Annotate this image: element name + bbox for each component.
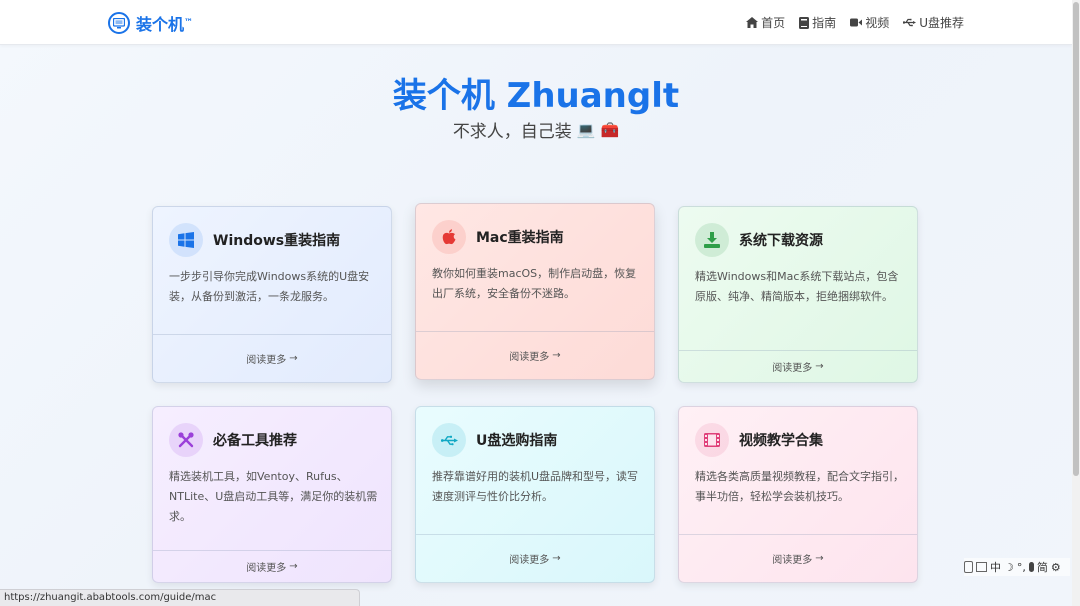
apple-icon: [432, 220, 466, 254]
card-tools-recommend[interactable]: 必备工具推荐 精选装机工具，如Ventoy、Rufus、NTLite、U盘启动工…: [152, 406, 392, 583]
read-more-label: 阅读更多: [246, 355, 287, 366]
card-video-collection[interactable]: 视频教学合集 精选各类高质量视频教程，配合文字指引，事半功倍，轻松学会装机技巧。…: [678, 406, 918, 583]
arrow-right-icon: →: [552, 553, 561, 564]
brand-trademark: ™: [184, 18, 194, 28]
card-description: 精选各类高质量视频教程，配合文字指引，事半功倍，轻松学会装机技巧。: [695, 470, 904, 503]
card-usb-guide[interactable]: U盘选购指南 推荐靠谱好用的装机U盘品牌和型号，读写速度测评与性价比分析。 阅读…: [415, 406, 655, 583]
read-more-link[interactable]: 阅读更多 →: [679, 534, 917, 582]
laptop-emoji-icon: 💻: [576, 120, 596, 139]
ime-keyboard-icon[interactable]: [976, 562, 987, 572]
nav-usb-recommend[interactable]: U盘推荐: [903, 14, 964, 31]
hero-subtitle: 不求人，自己装 💻 🧰: [0, 117, 1072, 143]
ime-mic-icon[interactable]: [1028, 562, 1034, 572]
arrow-right-icon: →: [815, 361, 824, 372]
card-description: 教你如何重装macOS，制作启动盘，恢复出厂系统，安全备份不迷路。: [432, 267, 637, 300]
arrow-right-icon: →: [815, 553, 824, 564]
nav-video[interactable]: 视频: [850, 14, 889, 31]
windows-icon: [169, 223, 203, 257]
read-more-link[interactable]: 阅读更多 →: [679, 350, 917, 382]
card-description: 一步步引导你完成Windows系统的U盘安装，从备份到激活，一条龙服务。: [169, 270, 370, 303]
card-header: Windows重装指南: [169, 223, 340, 257]
ime-skin-icon[interactable]: [964, 561, 973, 573]
nav-usb-label: U盘推荐: [919, 16, 964, 30]
tools-icon: [169, 423, 203, 457]
top-navbar: 装个机 ™ 首页 指南 视频 U盘推荐: [0, 0, 1072, 45]
nav-home[interactable]: 首页: [746, 14, 785, 31]
read-more-label: 阅读更多: [246, 563, 287, 574]
card-title: U盘选购指南: [476, 433, 558, 449]
usb-icon: [432, 423, 466, 457]
hero-title: 装个机 Zhuanglt: [392, 76, 680, 116]
nav-guide-label: 指南: [812, 16, 837, 30]
nav-home-label: 首页: [761, 16, 786, 30]
status-bar-url: https://zhuangit.ababtools.com/guide/mac: [0, 589, 360, 606]
read-more-link[interactable]: 阅读更多 →: [416, 331, 654, 379]
ime-simplified-toggle[interactable]: 简: [1037, 559, 1048, 575]
ime-punctuation-icon[interactable]: °,: [1017, 561, 1026, 574]
book-icon: [799, 16, 810, 29]
nav-guide[interactable]: 指南: [799, 14, 836, 31]
nav-video-label: 视频: [865, 16, 890, 30]
card-header: Mac重装指南: [432, 220, 564, 254]
read-more-label: 阅读更多: [772, 363, 813, 374]
card-title: Windows重装指南: [213, 233, 341, 249]
read-more-label: 阅读更多: [509, 555, 550, 566]
card-header: 系统下载资源: [695, 223, 823, 257]
card-title: 视频教学合集: [739, 433, 823, 449]
film-icon: [695, 423, 729, 457]
ime-settings-icon[interactable]: ⚙: [1051, 561, 1061, 574]
read-more-label: 阅读更多: [509, 352, 550, 363]
home-icon: [746, 17, 759, 28]
video-icon: [850, 18, 863, 27]
download-icon: [695, 223, 729, 257]
ime-language-toggle[interactable]: 中: [990, 559, 1001, 575]
card-description: 精选Windows和Mac系统下载站点，包含原版、纯净、精简版本，拒绝捆绑软件。: [695, 270, 899, 303]
monitor-logo-icon: [108, 12, 130, 34]
read-more-label: 阅读更多: [772, 555, 813, 566]
card-header: U盘选购指南: [432, 423, 557, 457]
usb-icon: [903, 18, 917, 27]
scrollbar-thumb[interactable]: [1073, 2, 1079, 476]
arrow-right-icon: →: [552, 350, 561, 361]
card-title: Mac重装指南: [476, 230, 564, 246]
arrow-right-icon: →: [289, 353, 298, 364]
ime-toolbar[interactable]: 中 ☽ °, 简 ⚙: [964, 558, 1070, 576]
card-windows-guide[interactable]: Windows重装指南 一步步引导你完成Windows系统的U盘安装，从备份到激…: [152, 206, 392, 383]
read-more-link[interactable]: 阅读更多 →: [153, 550, 391, 582]
card-system-downloads[interactable]: 系统下载资源 精选Windows和Mac系统下载站点，包含原版、纯净、精简版本，…: [678, 206, 918, 383]
card-header: 必备工具推荐: [169, 423, 297, 457]
brand-name: 装个机: [136, 15, 185, 34]
nav-links: 首页 指南 视频 U盘推荐: [746, 14, 964, 31]
card-description: 精选装机工具，如Ventoy、Rufus、NTLite、U盘启动工具等，满足你的…: [169, 470, 378, 523]
card-header: 视频教学合集: [695, 423, 823, 457]
card-mac-guide[interactable]: Mac重装指南 教你如何重装macOS，制作启动盘，恢复出厂系统，安全备份不迷路…: [415, 203, 655, 380]
hero-subtitle-text: 不求人，自己装: [452, 122, 572, 142]
ime-moon-icon[interactable]: ☽: [1004, 561, 1014, 574]
card-title: 必备工具推荐: [213, 433, 297, 449]
arrow-right-icon: →: [289, 561, 298, 572]
card-description: 推荐靠谱好用的装机U盘品牌和型号，读写速度测评与性价比分析。: [432, 470, 639, 503]
toolbox-emoji-icon: 🧰: [600, 120, 620, 139]
read-more-link[interactable]: 阅读更多 →: [416, 534, 654, 582]
card-title: 系统下载资源: [739, 233, 823, 249]
brand-logo-link[interactable]: 装个机 ™: [108, 11, 193, 35]
read-more-link[interactable]: 阅读更多 →: [153, 334, 391, 382]
